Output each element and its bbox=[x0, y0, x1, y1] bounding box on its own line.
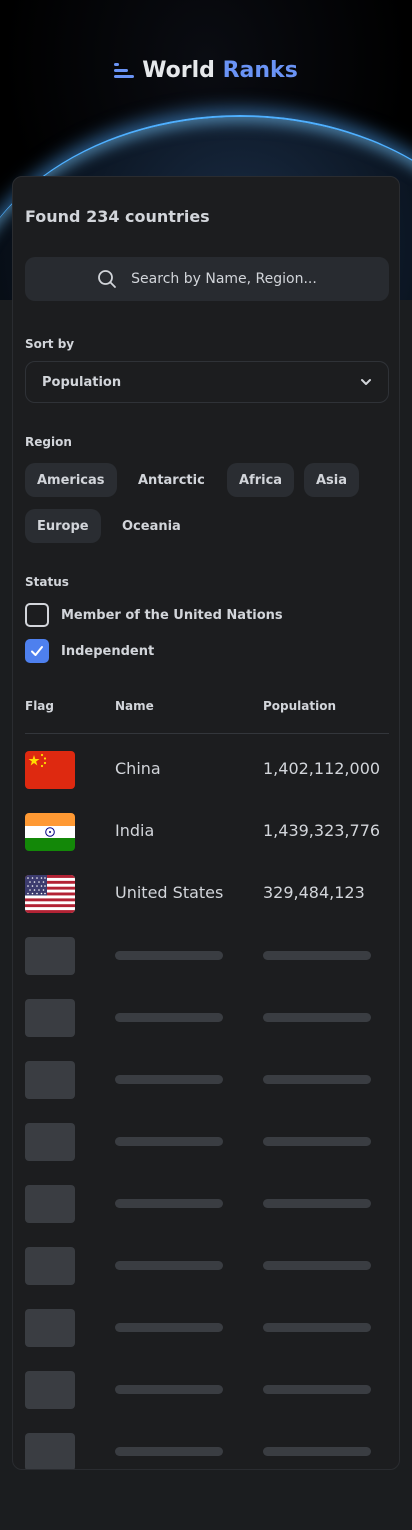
skeleton-population bbox=[263, 1013, 371, 1022]
table-row[interactable]: United States 329,484,123 bbox=[25, 875, 389, 913]
results-count: Found 234 countries bbox=[25, 207, 210, 226]
skeleton-flag bbox=[25, 937, 75, 975]
status-option-un-member[interactable]: Member of the United Nations bbox=[25, 603, 283, 627]
india-flag-icon bbox=[25, 813, 75, 851]
logo-bars-icon bbox=[114, 63, 135, 78]
region-chip-oceania[interactable]: Oceania bbox=[110, 509, 193, 543]
column-header-flag[interactable]: Flag bbox=[25, 699, 54, 713]
skeleton-population bbox=[263, 1199, 371, 1208]
column-header-name[interactable]: Name bbox=[115, 699, 154, 713]
skeleton-row bbox=[25, 1433, 389, 1469]
search-input[interactable]: Search by Name, Region... bbox=[25, 257, 389, 301]
independent-label: Independent bbox=[61, 643, 155, 659]
region-chip-europe[interactable]: Europe bbox=[25, 509, 101, 543]
skeleton-name bbox=[115, 1261, 223, 1270]
skeleton-population bbox=[263, 1261, 371, 1270]
sort-selected-value: Population bbox=[42, 374, 122, 390]
chevron-down-icon bbox=[361, 379, 371, 385]
table-divider bbox=[25, 733, 389, 734]
skeleton-name bbox=[115, 951, 223, 960]
skeleton-row bbox=[25, 1247, 389, 1285]
table-row[interactable]: India 1,439,323,776 bbox=[25, 813, 389, 851]
logo-word-ranks: Ranks bbox=[222, 58, 298, 83]
skeleton-population bbox=[263, 1075, 371, 1084]
skeleton-row bbox=[25, 937, 389, 975]
independent-checkbox[interactable] bbox=[25, 639, 49, 663]
skeleton-population bbox=[263, 1447, 371, 1456]
countries-panel: Found 234 countries Search by Name, Regi… bbox=[12, 176, 400, 1470]
search-icon bbox=[98, 270, 117, 288]
chip-label: Africa bbox=[239, 472, 283, 488]
skeleton-row bbox=[25, 1309, 389, 1347]
country-population: 1,402,112,000 bbox=[263, 759, 381, 778]
skeleton-name bbox=[115, 1137, 223, 1146]
skeleton-name bbox=[115, 1075, 223, 1084]
country-name: United States bbox=[115, 883, 224, 902]
country-name: China bbox=[115, 759, 161, 778]
skeleton-population bbox=[263, 1323, 371, 1332]
skeleton-row bbox=[25, 1185, 389, 1223]
un-member-label: Member of the United Nations bbox=[61, 607, 283, 623]
chip-label: Europe bbox=[37, 518, 89, 534]
table-row[interactable]: China 1,402,112,000 bbox=[25, 751, 389, 789]
region-chip-asia[interactable]: Asia bbox=[304, 463, 360, 497]
region-label: Region bbox=[25, 435, 72, 449]
skeleton-population bbox=[263, 1385, 371, 1394]
chip-label: Asia bbox=[316, 472, 348, 488]
skeleton-flag bbox=[25, 1061, 75, 1099]
china-flag-icon bbox=[25, 751, 75, 789]
sort-label: Sort by bbox=[25, 337, 75, 351]
skeleton-name bbox=[115, 1447, 223, 1456]
column-header-population[interactable]: Population bbox=[263, 699, 336, 713]
skeleton-flag bbox=[25, 1309, 75, 1347]
un-member-checkbox[interactable] bbox=[25, 603, 49, 627]
sort-select[interactable]: Population bbox=[25, 361, 389, 403]
region-chip-africa[interactable]: Africa bbox=[227, 463, 295, 497]
skeleton-population bbox=[263, 951, 371, 960]
skeleton-name bbox=[115, 1199, 223, 1208]
region-chip-americas[interactable]: Americas bbox=[25, 463, 117, 497]
status-option-independent[interactable]: Independent bbox=[25, 639, 154, 663]
app-logo: World Ranks bbox=[0, 58, 412, 83]
checkmark-icon bbox=[31, 646, 43, 656]
country-name: India bbox=[115, 821, 155, 840]
skeleton-row bbox=[25, 1061, 389, 1099]
skeleton-row bbox=[25, 1371, 389, 1409]
skeleton-flag bbox=[25, 1371, 75, 1409]
skeleton-row bbox=[25, 1123, 389, 1161]
skeleton-flag bbox=[25, 1247, 75, 1285]
chip-label: Antarctic bbox=[138, 472, 205, 488]
logo-word-world: World bbox=[142, 58, 215, 83]
region-chip-antarctic[interactable]: Antarctic bbox=[126, 463, 217, 497]
skeleton-name bbox=[115, 1013, 223, 1022]
usa-flag-icon bbox=[25, 875, 75, 913]
skeleton-flag bbox=[25, 1185, 75, 1223]
country-population: 1,439,323,776 bbox=[263, 821, 381, 840]
skeleton-population bbox=[263, 1137, 371, 1146]
skeleton-flag bbox=[25, 1123, 75, 1161]
chip-label: Oceania bbox=[122, 518, 181, 534]
search-placeholder: Search by Name, Region... bbox=[131, 271, 317, 287]
skeleton-flag bbox=[25, 999, 75, 1037]
status-label: Status bbox=[25, 575, 69, 589]
skeleton-name bbox=[115, 1323, 223, 1332]
skeleton-flag bbox=[25, 1433, 75, 1469]
chip-label: Americas bbox=[37, 472, 105, 488]
skeleton-row bbox=[25, 999, 389, 1037]
skeleton-name bbox=[115, 1385, 223, 1394]
country-population: 329,484,123 bbox=[263, 883, 365, 902]
